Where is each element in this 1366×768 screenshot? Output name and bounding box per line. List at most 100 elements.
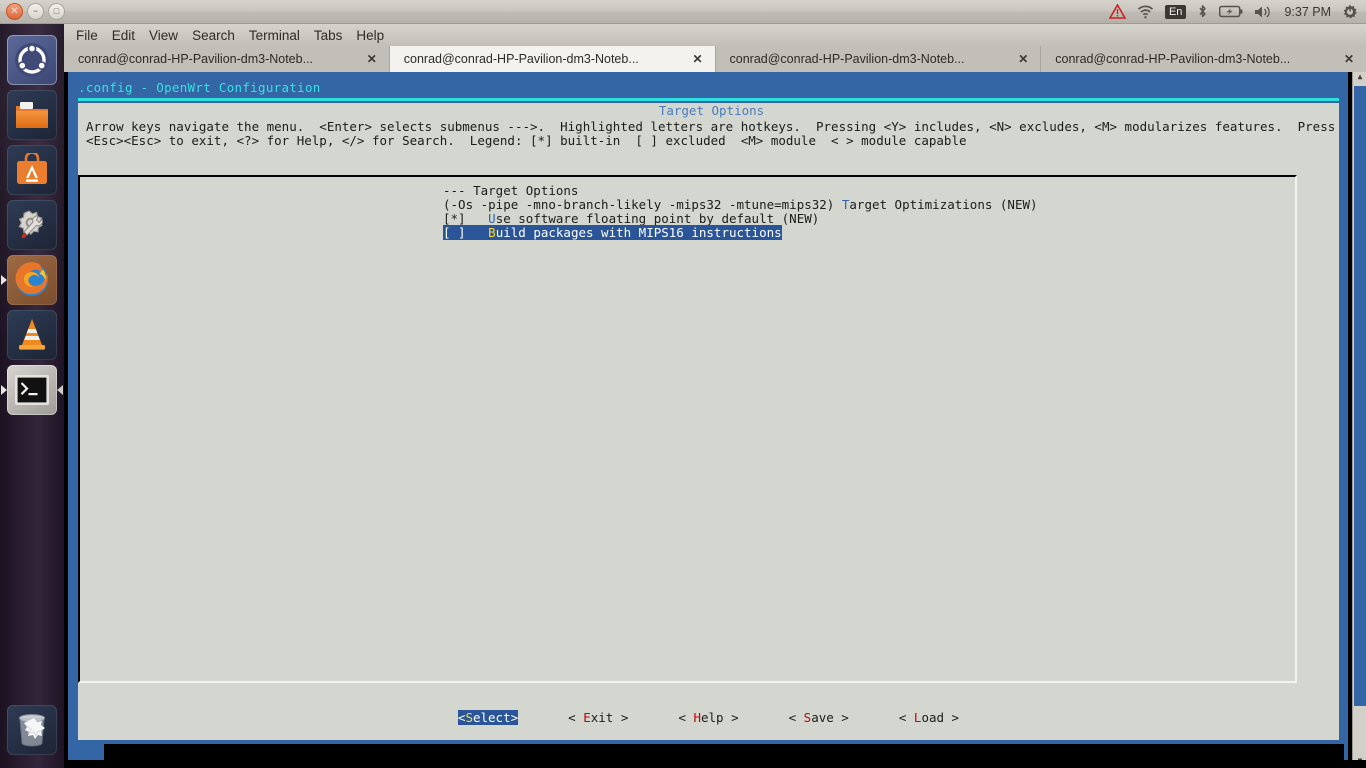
launcher-item-firefox[interactable] (1, 255, 57, 305)
close-window-button[interactable]: ✕ (6, 3, 23, 20)
help-line-1: Arrow keys navigate the menu. <Enter> se… (86, 119, 1336, 134)
select-button[interactable]: <Select> (457, 709, 519, 725)
terminal-tab-4[interactable]: conrad@conrad-HP-Pavilion-dm3-Noteb... ✕ (1041, 46, 1366, 72)
bracket-right: > (944, 709, 960, 725)
menu-row-software-floating-point[interactable]: [*] Use software floating point by defau… (80, 212, 1295, 226)
terminal-tab-1[interactable]: conrad@conrad-HP-Pavilion-dm3-Noteb... ✕ (64, 46, 390, 72)
launcher-item-vlc[interactable] (7, 310, 57, 360)
close-tab-icon[interactable]: ✕ (367, 52, 377, 66)
panel-frame-title: Target Options (78, 102, 1340, 118)
minimize-icon: − (32, 6, 39, 16)
help-button[interactable]: < Help > (678, 710, 738, 725)
button-label: oad (921, 709, 945, 725)
system-tray: En 9:37 PM (1108, 4, 1366, 20)
firefox-icon (15, 262, 48, 296)
dialog-help-text: Arrow keys navigate the menu. <Enter> se… (86, 120, 1335, 148)
folder-icon (16, 102, 48, 128)
dialog-title-rule (78, 98, 1339, 101)
button-label: elect (472, 709, 511, 725)
bracket-left: < (568, 709, 584, 725)
window-controls: ✕ − □ (0, 3, 65, 20)
launcher-item-trash[interactable] (7, 705, 57, 755)
terminal-tab-3[interactable]: conrad@conrad-HP-Pavilion-dm3-Noteb... ✕ (715, 46, 1042, 72)
launcher-item-system-settings[interactable] (7, 200, 57, 250)
menu-view[interactable]: View (149, 28, 178, 43)
terminal-blank-area (104, 744, 1344, 760)
load-button[interactable]: < Load > (899, 710, 959, 725)
bracket-left: < (898, 709, 914, 725)
battery-charging-icon[interactable] (1219, 5, 1243, 18)
menu-row-label: uild packages with MIPS16 instructions (495, 225, 782, 240)
terminal-scrollbar[interactable]: ▲ ▼ (1352, 72, 1366, 768)
menu-row-text: --- Target Options (443, 183, 579, 198)
button-hotkey: S (465, 709, 473, 725)
keyboard-layout-indicator[interactable]: En (1164, 4, 1187, 19)
clock[interactable]: 9:37 PM (1284, 5, 1331, 19)
exit-button[interactable]: < Exit > (568, 710, 628, 725)
bracket-right: > (510, 709, 519, 725)
menu-row-hotkey: U (488, 211, 496, 226)
scroll-up-arrow-icon[interactable]: ▲ (1353, 72, 1366, 84)
terminal-bottom-edge (64, 760, 1366, 768)
gear-power-icon[interactable] (1342, 4, 1358, 20)
bracket-left: < (788, 709, 804, 725)
close-tab-icon[interactable]: ✕ (1344, 52, 1354, 66)
menu-terminal[interactable]: Terminal (249, 28, 300, 43)
ubuntu-top-panel: ✕ − □ En 9:37 PM (0, 0, 1366, 24)
focused-indicator-right (57, 385, 63, 395)
button-label: ave (811, 709, 834, 725)
menu-row-mips16-instructions[interactable]: [ ] Build packages with MIPS16 instructi… (80, 225, 1295, 240)
scrollbar-thumb[interactable] (1354, 86, 1366, 706)
close-tab-icon[interactable]: ✕ (1018, 52, 1028, 66)
terminal-body: .config - OpenWrt Configuration Target O… (64, 72, 1366, 768)
panel-title-text: Target Options (658, 102, 765, 118)
menu-row-separator: --- Target Options (80, 184, 1295, 198)
gear-wrench-icon (18, 210, 43, 239)
terminal-tab-2[interactable]: conrad@conrad-HP-Pavilion-dm3-Noteb... ✕ (389, 46, 716, 72)
bracket-right: > (613, 709, 629, 725)
menu-search[interactable]: Search (192, 28, 235, 43)
close-tab-icon[interactable]: ✕ (692, 52, 702, 66)
volume-icon[interactable] (1254, 5, 1273, 19)
rule-right (772, 109, 1340, 111)
menu-row-target-optimizations[interactable]: (-Os -pipe -mno-branch-likely -mips32 -m… (80, 198, 1295, 212)
menu-help[interactable]: Help (356, 28, 384, 43)
bracket-right: > (833, 709, 849, 725)
menu-row-highlight: [ ] Build packages with MIPS16 instructi… (443, 225, 782, 240)
menu-row-prefix: (-Os -pipe -mno-branch-likely -mips32 -m… (443, 197, 842, 212)
menu-row-hotkey: B (488, 225, 496, 240)
menu-edit[interactable]: Edit (112, 28, 135, 43)
launcher-item-terminal[interactable] (1, 365, 63, 415)
bracket-right: > (723, 709, 739, 725)
dialog-title: .config - OpenWrt Configuration (78, 80, 321, 95)
menu-tabs[interactable]: Tabs (314, 28, 343, 43)
warning-triangle-icon[interactable] (1108, 4, 1126, 19)
menuconfig-dialog: .config - OpenWrt Configuration Target O… (68, 72, 1348, 762)
button-hotkey: H (693, 709, 701, 725)
menu-row-label: se software floating point by default (N… (495, 211, 820, 226)
tab-label: conrad@conrad-HP-Pavilion-dm3-Noteb... (78, 52, 314, 66)
minimize-window-button[interactable]: − (27, 3, 44, 20)
tab-label: conrad@conrad-HP-Pavilion-dm3-Noteb... (729, 52, 965, 66)
launcher-trash[interactable] (0, 700, 64, 760)
menu-row-label: arget Optimizations (NEW) (849, 197, 1038, 212)
launcher-item-files[interactable] (7, 90, 57, 140)
bluetooth-icon[interactable] (1197, 4, 1208, 19)
terminal-prompt-icon (15, 375, 49, 405)
running-indicator-left (1, 275, 7, 285)
traffic-cone-icon (19, 319, 45, 350)
trash-bin-icon (19, 714, 45, 747)
button-label: xit (590, 709, 614, 725)
briefcase-a-icon (17, 153, 47, 184)
menu-file[interactable]: File (76, 28, 98, 43)
menu-list-box[interactable]: --- Target Options (-Os -pipe -mno-branc… (78, 175, 1297, 683)
close-icon: ✕ (10, 5, 19, 17)
launcher-item-software-center[interactable] (7, 145, 57, 195)
terminal-window: File Edit View Search Terminal Tabs Help… (64, 24, 1366, 768)
dialog-panel: Target Options Arrow keys navigate the m… (78, 102, 1340, 740)
save-button[interactable]: < Save > (789, 710, 849, 725)
wifi-icon[interactable] (1137, 4, 1154, 19)
launcher-item-ubuntu-dash[interactable] (7, 35, 57, 85)
maximize-window-button[interactable]: □ (48, 3, 65, 20)
rule-left (84, 109, 651, 111)
